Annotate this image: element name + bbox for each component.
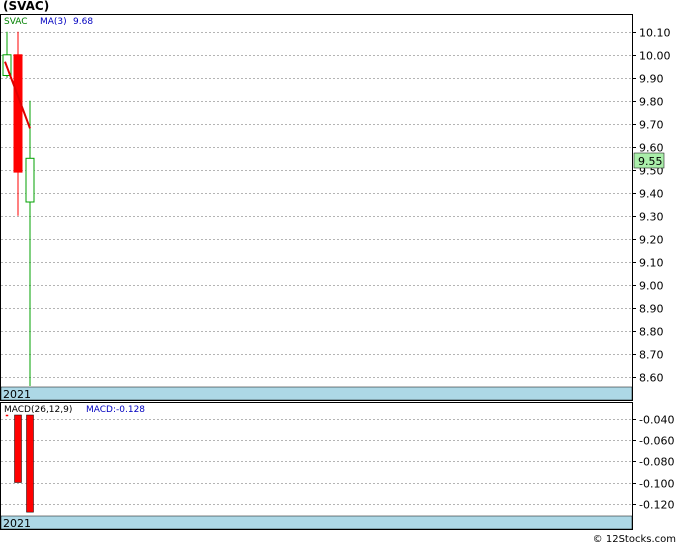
- candle-body: [13, 54, 23, 173]
- price-year-label: 2021: [3, 388, 31, 401]
- chart-title: (SVAC): [3, 0, 50, 13]
- price-tick-label: 9.10: [639, 257, 664, 270]
- last-price-label: 9.55: [638, 155, 663, 168]
- candle-body: [25, 157, 35, 203]
- macd-axis-ticks: -0.040 -0.060 -0.080 -0.100 -0.120: [632, 414, 674, 512]
- price-tick-label: 9.20: [639, 234, 664, 247]
- price-tick-label: 10.00: [639, 50, 671, 63]
- price-tick-label: 8.90: [639, 303, 664, 316]
- stock-chart: 10.1010.009.909.809.709.609.509.409.309.…: [0, 14, 674, 530]
- macd-tick-label: -0.040: [639, 414, 674, 427]
- price-panel-frame: [0, 14, 633, 401]
- macd-bar: [26, 414, 34, 513]
- macd-year-label: 2021: [3, 517, 31, 530]
- price-axis-ticks: 10.1010.009.909.809.709.609.509.409.309.…: [632, 27, 671, 385]
- price-tick-label: 10.10: [639, 27, 671, 40]
- price-tick-label: 9.40: [639, 188, 664, 201]
- macd-panel-frame: [0, 402, 633, 530]
- candles: [2, 31, 35, 386]
- macd-bar: [5, 414, 9, 417]
- legend-ma-label: MA(3): [40, 17, 67, 27]
- watermark: © 12Stocks.com: [592, 534, 676, 545]
- macd-tick-label: -0.060: [639, 435, 674, 448]
- macd-tick-label: -0.120: [639, 499, 674, 512]
- price-tick-label: 9.30: [639, 211, 664, 224]
- price-tick-label: 9.90: [639, 73, 664, 86]
- price-tick-label: 8.60: [639, 372, 664, 385]
- price-tick-label: 8.70: [639, 349, 664, 362]
- macd-gridlines: [1, 419, 632, 505]
- price-gridlines: [1, 32, 632, 378]
- macd-tick-label: -0.080: [639, 456, 674, 469]
- price-year-band: [0, 386, 633, 401]
- macd-year-band: [0, 515, 633, 530]
- macd-legend-value: MACD:-0.128: [86, 405, 145, 415]
- macd-tick-label: -0.100: [639, 478, 674, 491]
- macd-bars: [5, 414, 34, 513]
- legend-ma-value: 9.68: [73, 17, 93, 27]
- price-tick-label: 9.60: [639, 142, 664, 155]
- macd-legend-label: MACD(26,12,9): [4, 405, 72, 415]
- price-tick-label: 9.70: [639, 119, 664, 132]
- price-tick-label: 9.00: [639, 280, 664, 293]
- legend-symbol: SVAC: [4, 17, 28, 27]
- price-tick-label: 8.80: [639, 326, 664, 339]
- price-tick-label: 9.80: [639, 96, 664, 109]
- macd-bar: [14, 414, 22, 483]
